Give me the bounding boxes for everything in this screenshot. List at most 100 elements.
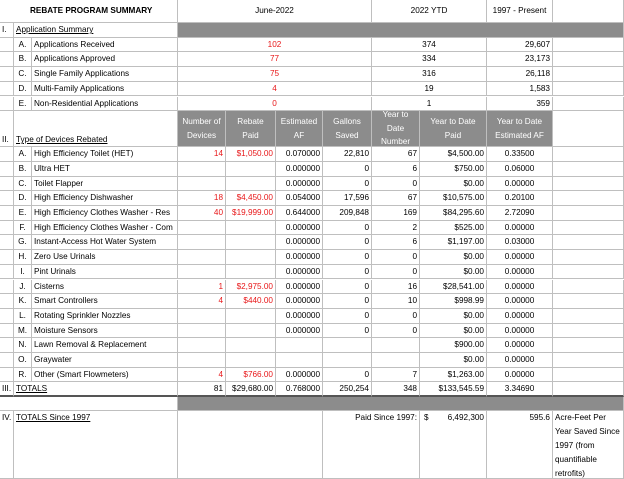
af-value[interactable] xyxy=(276,353,323,368)
gallons-value[interactable]: 0 xyxy=(323,294,372,309)
row-letter[interactable]: C. xyxy=(14,176,32,192)
rebate-value[interactable] xyxy=(226,250,276,265)
row-spacer[interactable] xyxy=(0,294,14,309)
row-spacer[interactable] xyxy=(0,161,14,177)
month-value[interactable]: 77 xyxy=(178,52,372,68)
ytd-paid-value[interactable]: $998.99 xyxy=(420,294,487,309)
application-label[interactable]: Applications Approved xyxy=(32,52,178,68)
row-spacer[interactable] xyxy=(0,81,14,97)
section-title[interactable]: Application Summary xyxy=(14,23,178,38)
section-number[interactable]: IV. xyxy=(0,411,14,479)
device-label[interactable]: Toilet Flapper xyxy=(32,176,178,192)
device-label[interactable]: High Efficiency Clothes Washer - Com xyxy=(32,220,178,236)
total-rebate[interactable]: $29,680.00 xyxy=(226,382,276,398)
total-af[interactable]: 0.768000 xyxy=(276,382,323,398)
row-spacer[interactable] xyxy=(0,220,14,236)
empty-cell[interactable] xyxy=(178,411,323,479)
gallons-value[interactable]: 0 xyxy=(323,220,372,236)
report-title[interactable]: REBATE PROGRAM SUMMARY xyxy=(0,0,178,23)
device-label[interactable]: Moisture Sensors xyxy=(32,323,178,339)
row-spacer[interactable] xyxy=(0,367,14,383)
af-value[interactable]: 0.054000 xyxy=(276,191,323,206)
ytd-number-value[interactable]: 6 xyxy=(372,235,420,251)
section-title[interactable]: TOTALS Since 1997 xyxy=(14,411,178,479)
gallons-value[interactable]: 0 xyxy=(323,279,372,295)
ytd-af-value[interactable]: 0.00000 xyxy=(487,294,553,309)
devices-value[interactable] xyxy=(178,250,226,265)
ytd-number-value[interactable]: 7 xyxy=(372,367,420,383)
application-label[interactable]: Applications Received xyxy=(32,37,178,53)
ytd-paid-value[interactable]: $4,500.00 xyxy=(420,147,487,162)
devices-value[interactable] xyxy=(178,220,226,236)
acre-feet-note[interactable]: Acre-Feet Per Year Saved Since 1997 (fro… xyxy=(553,411,624,479)
rebate-value[interactable]: $1,050.00 xyxy=(226,147,276,162)
ytd-value[interactable]: 334 xyxy=(372,52,487,68)
gallons-value[interactable]: 0 xyxy=(323,323,372,339)
device-label[interactable]: Graywater xyxy=(32,353,178,368)
device-label[interactable]: Smart Controllers xyxy=(32,294,178,309)
ytd-value[interactable]: 316 xyxy=(372,67,487,82)
row-letter[interactable]: N. xyxy=(14,338,32,353)
row-letter[interactable]: M. xyxy=(14,323,32,339)
af-value[interactable]: 0.070000 xyxy=(276,147,323,162)
month-value[interactable]: 0 xyxy=(178,96,372,112)
ytd-af-value[interactable]: 0.00000 xyxy=(487,279,553,295)
row-letter[interactable]: O. xyxy=(14,353,32,368)
devices-value[interactable]: 14 xyxy=(178,147,226,162)
empty-cell[interactable] xyxy=(553,382,624,398)
empty-cell[interactable] xyxy=(553,37,624,53)
af-value[interactable]: 0.000000 xyxy=(276,294,323,309)
column-header-ytd-paid[interactable]: Year to Date Paid xyxy=(420,111,487,148)
rebate-value[interactable] xyxy=(226,338,276,353)
ytd-number-value[interactable]: 0 xyxy=(372,250,420,265)
ytd-value[interactable]: 374 xyxy=(372,37,487,53)
row-letter[interactable]: L. xyxy=(14,308,32,324)
gallons-value[interactable]: 17,596 xyxy=(323,191,372,206)
af-value[interactable]: 0.000000 xyxy=(276,279,323,295)
ytd-af-value[interactable]: 0.00000 xyxy=(487,353,553,368)
ytd-number-value[interactable]: 10 xyxy=(372,294,420,309)
rebate-value[interactable] xyxy=(226,161,276,177)
ytd-paid-value[interactable]: $0.00 xyxy=(420,323,487,339)
rebate-value[interactable]: $766.00 xyxy=(226,367,276,383)
ytd-paid-value[interactable]: $900.00 xyxy=(420,338,487,353)
devices-value[interactable] xyxy=(178,161,226,177)
acre-feet-value[interactable]: 595.6 xyxy=(487,411,553,479)
total-devices[interactable]: 81 xyxy=(178,382,226,398)
af-value[interactable]: 0.000000 xyxy=(276,235,323,251)
total-ytd-number[interactable]: 348 xyxy=(372,382,420,398)
rebate-value[interactable] xyxy=(226,353,276,368)
rebate-value[interactable] xyxy=(226,220,276,236)
paid-since-label[interactable]: Paid Since 1997: xyxy=(323,411,420,479)
empty-cell[interactable] xyxy=(553,367,624,383)
ytd-label[interactable]: 2022 YTD xyxy=(372,0,487,23)
row-letter[interactable]: H. xyxy=(14,250,32,265)
ytd-value[interactable]: 1 xyxy=(372,96,487,112)
empty-cell[interactable] xyxy=(553,338,624,353)
total-gallons[interactable]: 250,254 xyxy=(323,382,372,398)
since-label[interactable]: 1997 - Present xyxy=(487,0,553,23)
devices-value[interactable]: 4 xyxy=(178,294,226,309)
empty-cell[interactable] xyxy=(553,250,624,265)
devices-value[interactable] xyxy=(178,235,226,251)
ytd-number-value[interactable]: 0 xyxy=(372,264,420,280)
empty-cell[interactable] xyxy=(553,176,624,192)
row-spacer[interactable] xyxy=(0,147,14,162)
section-title[interactable]: TOTALS xyxy=(14,382,178,398)
devices-value[interactable] xyxy=(178,264,226,280)
paid-since-cell[interactable]: $6,492,300 xyxy=(420,411,487,479)
ytd-value[interactable]: 19 xyxy=(372,81,487,97)
devices-value[interactable] xyxy=(178,176,226,192)
gallons-value[interactable] xyxy=(323,338,372,353)
empty-cell[interactable] xyxy=(553,111,624,148)
ytd-paid-value[interactable]: $28,541.00 xyxy=(420,279,487,295)
row-spacer[interactable] xyxy=(0,96,14,112)
ytd-af-value[interactable]: 0.03000 xyxy=(487,235,553,251)
row-spacer[interactable] xyxy=(0,206,14,221)
section-number[interactable]: II. xyxy=(0,111,14,148)
empty-cell[interactable] xyxy=(553,294,624,309)
devices-value[interactable] xyxy=(178,323,226,339)
since-value[interactable]: 29,607 xyxy=(487,37,553,53)
device-label[interactable]: Zero Use Urinals xyxy=(32,250,178,265)
row-spacer[interactable] xyxy=(0,52,14,68)
